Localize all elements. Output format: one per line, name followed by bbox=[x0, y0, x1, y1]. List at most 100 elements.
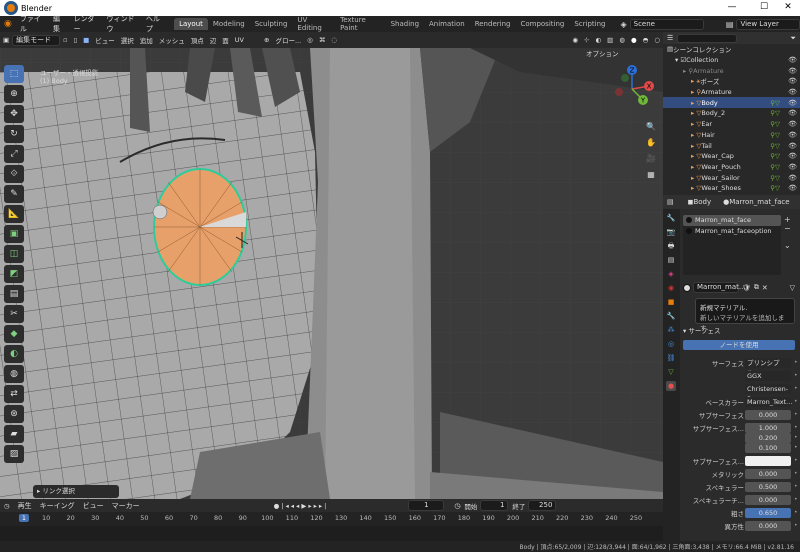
material-slot-item[interactable]: Marron_mat_faceoption bbox=[683, 226, 781, 237]
output-tab-icon[interactable]: 🖶 bbox=[666, 241, 676, 251]
transform-orientation-selector[interactable]: グロー... bbox=[272, 35, 304, 45]
tab-sculpting[interactable]: Sculpting bbox=[250, 18, 293, 30]
current-frame-field[interactable]: 1 bbox=[408, 500, 445, 511]
extrude-tool-icon[interactable]: ▣ bbox=[4, 225, 24, 243]
knife-tool-icon[interactable]: ✂ bbox=[4, 305, 24, 323]
property-value-field[interactable]: 0.000 bbox=[745, 410, 791, 420]
menu-window[interactable]: ウィンドウ bbox=[103, 14, 142, 34]
outliner-item[interactable]: ▸ ▽ Tail ⚲▽ 👁 bbox=[663, 140, 800, 151]
rotate-tool-icon[interactable]: ↻ bbox=[4, 125, 24, 143]
object-tab-icon[interactable]: ■ bbox=[666, 297, 676, 307]
pivot-icon[interactable]: ◎ bbox=[304, 36, 316, 44]
fake-user-icon[interactable]: 🛡 bbox=[742, 284, 751, 292]
remove-slot-icon[interactable]: − bbox=[784, 224, 796, 233]
property-value-field[interactable]: プリンシプル... bbox=[745, 358, 791, 377]
constraints-tab-icon[interactable]: ⛓ bbox=[666, 353, 676, 363]
keyframe-dot-icon[interactable]: • bbox=[794, 398, 798, 405]
shading-material-icon[interactable]: ◓ bbox=[640, 36, 652, 44]
add-menu[interactable]: 追加 bbox=[137, 35, 156, 45]
keyframe-dot-icon[interactable]: • bbox=[794, 483, 798, 490]
cursor-tool-icon[interactable]: ⊕ bbox=[4, 85, 24, 103]
modifier-icon[interactable]: ⚲▽ bbox=[770, 109, 780, 117]
outliner-search-input[interactable] bbox=[677, 33, 738, 43]
select-mode-vertex-icon[interactable]: ▫ bbox=[60, 36, 70, 44]
data-tab-icon[interactable]: ▽ bbox=[666, 367, 676, 377]
smooth-tool-icon[interactable]: ◍ bbox=[4, 365, 24, 383]
visibility-eye-icon[interactable]: 👁 bbox=[788, 88, 797, 96]
current-frame-indicator[interactable]: 1 bbox=[18, 514, 30, 522]
tab-texture-paint[interactable]: Texture Paint bbox=[335, 14, 385, 34]
tab-uv-editing[interactable]: UV Editing bbox=[292, 14, 335, 34]
start-frame-field[interactable]: 1 bbox=[480, 500, 509, 511]
loop-cut-tool-icon[interactable]: ▤ bbox=[4, 285, 24, 303]
bevel-tool-icon[interactable]: ◩ bbox=[4, 265, 24, 283]
property-value-field[interactable]: 0.650 bbox=[745, 508, 791, 518]
blender-menu-icon[interactable]: ◉ bbox=[4, 19, 12, 29]
view-layer-selector[interactable]: View Layer bbox=[736, 18, 800, 30]
face-menu[interactable]: 面 bbox=[219, 35, 232, 45]
outliner-item[interactable]: ▸ ⚲ Armature 👁 bbox=[663, 87, 800, 98]
xray-toggle-icon[interactable]: ▥ bbox=[604, 36, 616, 44]
keyframe-dot-icon[interactable]: • bbox=[794, 470, 798, 477]
material-name-field[interactable]: Marron_mat... bbox=[693, 282, 746, 293]
zoom-icon[interactable]: 🔍 bbox=[644, 120, 658, 134]
material-slot-item[interactable]: Marron_mat_face bbox=[683, 215, 781, 226]
world-tab-icon[interactable]: ◉ bbox=[666, 283, 676, 293]
vertex-menu[interactable]: 頂点 bbox=[188, 35, 207, 45]
scene-selector[interactable]: Scene bbox=[629, 18, 704, 30]
add-slot-icon[interactable]: + bbox=[784, 215, 796, 224]
property-value-field[interactable]: 0.000 bbox=[745, 521, 791, 531]
playback-controls[interactable]: ●|◂◂◂▶▸▸▸| bbox=[274, 502, 329, 510]
visibility-eye-icon[interactable]: 👁 bbox=[788, 142, 797, 150]
tool-tab-icon[interactable]: 🔧 bbox=[666, 213, 676, 223]
visibility-eye-icon[interactable]: 👁 bbox=[788, 184, 797, 192]
select-box-tool-icon[interactable]: ⬚ bbox=[4, 65, 24, 83]
new-material-icon[interactable]: ⧉ bbox=[754, 283, 759, 292]
shear-tool-icon[interactable]: ▰ bbox=[4, 425, 24, 443]
modifier-icon[interactable]: ⚲▽ bbox=[770, 120, 780, 128]
outliner-item[interactable]: ▸ ▽ Wear_Shoes ⚲▽ 👁 bbox=[663, 183, 800, 194]
visibility-eye-icon[interactable]: 👁 bbox=[788, 99, 797, 107]
keyframe-dot-icon[interactable]: • bbox=[794, 385, 798, 392]
outliner-item[interactable]: ▸ ▽ Wear_Cap ⚲▽ 👁 bbox=[663, 151, 800, 162]
end-frame-field[interactable]: 250 bbox=[528, 500, 557, 511]
outliner-item[interactable]: ▸ ▽ Wear_Sailor ⚲▽ 👁 bbox=[663, 172, 800, 183]
tab-compositing[interactable]: Compositing bbox=[515, 18, 569, 30]
shading-wireframe-icon[interactable]: ◍ bbox=[616, 36, 628, 44]
close-button[interactable]: ✕ bbox=[776, 0, 800, 16]
property-value-field[interactable]: Marron_Text... bbox=[745, 397, 792, 407]
property-value-field[interactable]: 1.000 bbox=[745, 423, 791, 433]
physics-tab-icon[interactable]: ◎ bbox=[666, 339, 676, 349]
modifier-icon[interactable]: ⚲▽ bbox=[770, 99, 780, 107]
preview-range-icon[interactable]: ◷ bbox=[454, 502, 460, 510]
select-menu[interactable]: 選択 bbox=[118, 35, 137, 45]
proportional-edit-icon[interactable]: ◌ bbox=[328, 36, 340, 44]
unlink-icon[interactable]: ✕ bbox=[762, 284, 768, 292]
shading-solid-icon[interactable]: ● bbox=[628, 36, 640, 44]
view-layer-tab-icon[interactable]: ▤ bbox=[666, 255, 676, 265]
mesh-menu[interactable]: メッシュ bbox=[156, 35, 188, 45]
material-tab-icon[interactable]: ● bbox=[666, 381, 676, 391]
property-value-field[interactable]: 0.100 bbox=[745, 443, 791, 453]
outliner-item[interactable]: ▸ ▽ Body ⚲▽ 👁 bbox=[663, 97, 800, 109]
viewport-mesh-canvas[interactable] bbox=[0, 32, 663, 499]
keyframe-dot-icon[interactable]: • bbox=[794, 457, 798, 464]
outliner-scene-collection[interactable]: ▤ シーンコレクション bbox=[663, 44, 800, 55]
visibility-eye-icon[interactable]: 👁 bbox=[788, 56, 797, 64]
marker-menu[interactable]: マーカー bbox=[108, 501, 144, 511]
tab-modeling[interactable]: Modeling bbox=[208, 18, 250, 30]
inset-tool-icon[interactable]: ◫ bbox=[4, 245, 24, 263]
modifier-icon[interactable]: ⚲▽ bbox=[770, 131, 780, 139]
transform-tool-icon[interactable]: ⟐ bbox=[4, 165, 24, 183]
tab-animation[interactable]: Animation bbox=[424, 18, 470, 30]
material-slot-list[interactable]: Marron_mat_face Marron_mat_faceoption bbox=[683, 215, 781, 275]
material-browse-icon[interactable] bbox=[683, 283, 691, 292]
annotate-tool-icon[interactable]: ✎ bbox=[4, 185, 24, 203]
timeline-view-menu[interactable]: ビュー bbox=[79, 501, 108, 511]
menu-render[interactable]: レンダー bbox=[69, 14, 102, 34]
tab-shading[interactable]: Shading bbox=[386, 18, 424, 30]
navigation-gizmo[interactable]: Z X Y bbox=[605, 62, 659, 116]
keyframe-dot-icon[interactable]: • bbox=[794, 359, 798, 366]
outliner-item[interactable]: ▸ ▽ Wear_Pouch ⚲▽ 👁 bbox=[663, 162, 800, 173]
visibility-eye-icon[interactable]: 👁 bbox=[788, 131, 797, 139]
